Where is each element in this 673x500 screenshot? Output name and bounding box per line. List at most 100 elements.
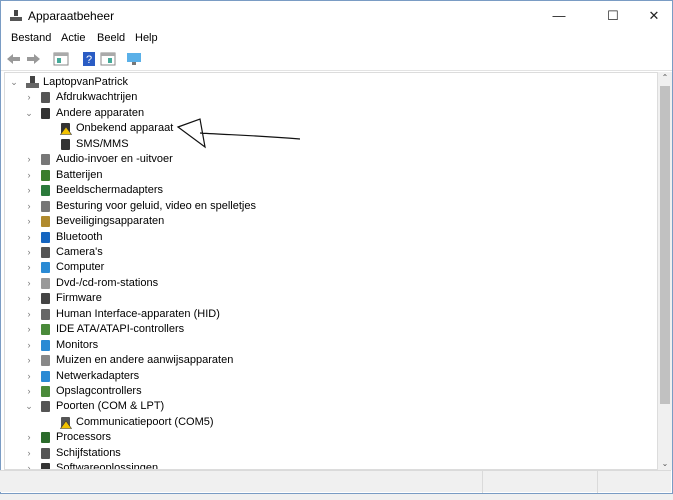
computer-icon [41, 262, 50, 274]
expand-chevron-icon[interactable]: › [24, 214, 34, 229]
tree-item-label: Besturing voor geluid, video en spelletj… [56, 199, 256, 212]
expand-chevron-icon[interactable]: › [24, 291, 34, 306]
expand-chevron-icon[interactable]: › [24, 307, 34, 322]
camera-icon [41, 246, 50, 258]
status-divider [482, 471, 483, 493]
expand-chevron-icon[interactable]: › [24, 260, 34, 275]
tree-item-label: Processors [56, 431, 112, 444]
expand-chevron-icon[interactable]: › [24, 90, 34, 105]
warning-port-icon [59, 416, 72, 429]
tree-item-label: Firmware [56, 292, 102, 305]
tree-item-label: Andere apparaten [56, 106, 145, 119]
network-icon [41, 370, 50, 382]
ide-controller-icon [41, 324, 50, 336]
port-icon [41, 401, 50, 413]
tree-item-label: Beveiligingsapparaten [56, 215, 165, 228]
expand-chevron-icon[interactable]: › [24, 322, 34, 337]
scan-hardware-icon[interactable] [126, 51, 142, 67]
expand-chevron-icon[interactable]: › [24, 430, 34, 445]
close-button[interactable]: ✕ [631, 1, 673, 31]
bluetooth-icon [41, 231, 50, 243]
expand-chevron-icon[interactable]: › [24, 183, 34, 198]
tree-item-label: Opslagcontrollers [56, 385, 142, 397]
tree-root-label: LaptopvanPatrick [43, 76, 128, 88]
vertical-scrollbar[interactable]: ⌃ ⌄ [658, 72, 672, 470]
scroll-up-icon[interactable]: ⌃ [658, 72, 672, 84]
expand-chevron-icon[interactable]: › [24, 461, 34, 469]
tree-item-label: Human Interface-apparaten (HID) [56, 307, 220, 320]
expand-chevron-icon[interactable]: › [24, 276, 34, 291]
tree-item-label: Onbekend apparaat [76, 122, 174, 135]
menu-help[interactable]: Help [135, 32, 158, 44]
expand-chevron-icon[interactable]: › [24, 152, 34, 167]
tree-item-label: Poorten (COM & LPT) [56, 400, 165, 413]
unknown-device-icon [61, 138, 70, 150]
back-icon[interactable] [6, 51, 22, 67]
title-bar: Apparaatbeheer — ☐ ✕ [1, 1, 672, 31]
tree-item-label: Beeldschermadapters [56, 184, 164, 197]
tree-item-label: Audio-invoer en -uitvoer [56, 153, 173, 166]
software-icon [41, 463, 50, 469]
tree-item-label: SMS/MMS [76, 137, 129, 150]
menu-bestand[interactable]: Bestand [11, 32, 51, 44]
show-hide-console-tree-icon[interactable] [53, 51, 69, 67]
collapse-chevron-icon[interactable]: ⌄ [9, 75, 19, 90]
minimize-button[interactable]: — [536, 1, 582, 31]
expand-chevron-icon[interactable]: › [24, 230, 34, 245]
help-icon[interactable]: ? [81, 51, 97, 67]
scrollbar-thumb[interactable] [660, 86, 670, 404]
expand-chevron-icon[interactable]: › [24, 384, 34, 399]
tree-item-label: Communicatiepoort (COM5) [76, 415, 214, 428]
firmware-icon [41, 293, 50, 305]
tree-item-label: Softwareoplossingen [56, 462, 159, 470]
tree-item-label: Schijfstations [56, 446, 121, 459]
window-title: Apparaatbeheer [28, 9, 115, 23]
menu-beeld[interactable]: Beeld [97, 32, 125, 44]
status-divider [597, 471, 598, 493]
tree-item-label: Batterijen [56, 168, 103, 181]
tree-item-label: Netwerkadapters [56, 369, 140, 382]
tree-item-label: Muizen en andere aanwijsapparaten [56, 354, 234, 367]
expand-chevron-icon[interactable]: › [24, 446, 34, 461]
storage-controller-icon [41, 386, 50, 397]
tree-item-label: Computer [56, 261, 105, 274]
maximize-button[interactable]: ☐ [590, 1, 636, 31]
battery-icon [41, 169, 50, 181]
dvd-icon [41, 277, 50, 289]
printer-icon [41, 92, 50, 104]
expand-chevron-icon[interactable]: › [24, 338, 34, 353]
mouse-icon [41, 355, 50, 367]
forward-icon[interactable] [25, 51, 41, 67]
unknown-device-icon [41, 107, 50, 119]
speaker-icon [41, 154, 50, 166]
device-tree: ⌄ LaptopvanPatrick › Afdrukwachtrijen ⌄ And… [4, 72, 658, 470]
tree-item-label: Monitors [56, 338, 99, 351]
expand-chevron-icon[interactable]: › [24, 199, 34, 214]
hid-icon [41, 308, 50, 320]
menu-bar: Bestand Actie Beeld Help [1, 31, 672, 47]
tree-item-label: Dvd-/cd-rom-stations [56, 276, 159, 289]
tree-item-label: Bluetooth [56, 230, 103, 243]
display-adapter-icon [41, 185, 50, 197]
computer-root-icon [26, 76, 39, 88]
collapse-chevron-icon[interactable]: ⌄ [24, 106, 34, 121]
collapse-chevron-icon[interactable]: ⌄ [24, 399, 34, 414]
tree-item-label: IDE ATA/ATAPI-controllers [56, 323, 185, 336]
monitor-icon [41, 339, 50, 351]
scroll-down-icon[interactable]: ⌄ [658, 458, 672, 470]
hand-drawn-arrow-annotation [176, 118, 301, 149]
expand-chevron-icon[interactable]: › [24, 168, 34, 183]
menu-actie[interactable]: Actie [61, 32, 85, 44]
warning-device-icon [59, 123, 72, 136]
toolbar: ? [1, 47, 672, 71]
device-manager-icon [10, 10, 22, 21]
expand-chevron-icon[interactable]: › [24, 245, 34, 260]
svg-text:?: ? [86, 54, 92, 66]
sound-icon [41, 200, 50, 212]
properties-icon[interactable] [100, 51, 116, 67]
key-icon [41, 216, 50, 228]
expand-chevron-icon[interactable]: › [24, 369, 34, 384]
tree-item-label: Camera's [56, 245, 103, 258]
expand-chevron-icon[interactable]: › [24, 353, 34, 368]
processor-icon [41, 432, 50, 444]
